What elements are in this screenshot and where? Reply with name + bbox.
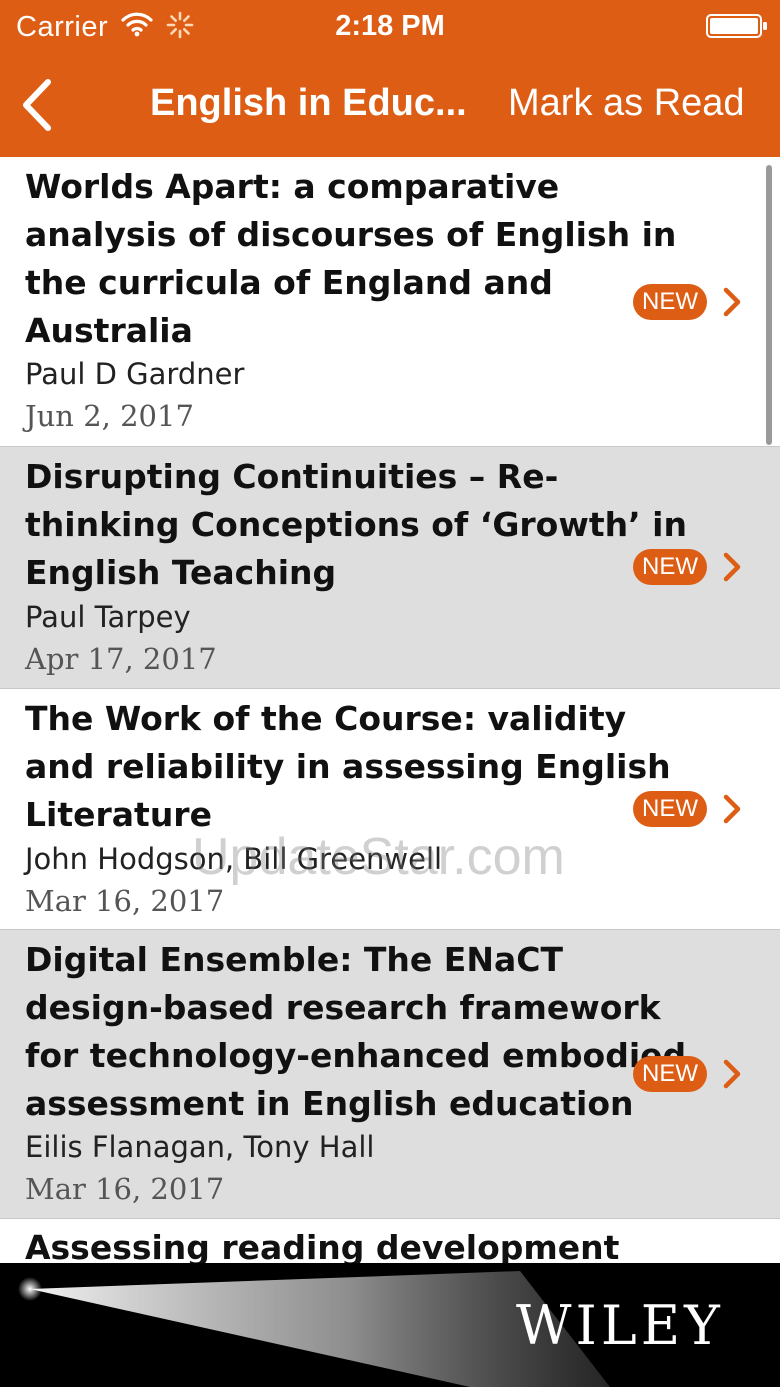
article-date: Apr 17, 2017 xyxy=(25,642,217,676)
chevron-right-icon xyxy=(723,552,741,582)
article-title-line: Literature xyxy=(25,795,212,834)
article-title-line: The Work of the Course: validity xyxy=(25,699,627,738)
article-title-line: Australia xyxy=(25,311,193,350)
article-title-line: the curricula of England and xyxy=(25,263,553,302)
article-title: Disrupting Continuities – Re- thinking C… xyxy=(25,453,687,597)
article-title-line: design-based research framework xyxy=(25,988,661,1027)
back-chevron-icon[interactable] xyxy=(14,76,62,134)
article-title: Digital Ensemble: The ENaCT design-based… xyxy=(25,936,687,1128)
mark-as-read-button[interactable]: Mark as Read xyxy=(508,78,768,128)
article-date: Mar 16, 2017 xyxy=(25,1172,225,1206)
article-list: Worlds Apart: a comparative analysis of … xyxy=(0,157,780,1263)
article-authors: John Hodgson, Bill Greenwell xyxy=(25,842,443,876)
new-badge: NEW xyxy=(633,284,707,320)
article-title: The Work of the Course: validity and rel… xyxy=(25,695,671,839)
article-title-line: assessment in English education xyxy=(25,1084,634,1123)
new-badge: NEW xyxy=(633,1056,707,1092)
page-title: English in Educ... xyxy=(150,82,467,124)
partial-article-title[interactable]: Assessing reading development xyxy=(25,1224,619,1263)
wiley-logo: WILEY xyxy=(516,1294,724,1357)
status-clock: 2:18 PM xyxy=(335,10,445,42)
article-title-line: thinking Conceptions of ‘Growth’ in xyxy=(25,505,687,544)
list-item[interactable]: The Work of the Course: validity and rel… xyxy=(0,689,780,930)
article-date: Jun 2, 2017 xyxy=(25,399,194,433)
status-bar: Carrier 2:18 PM xyxy=(0,0,780,54)
article-title-line: Digital Ensemble: The ENaCT xyxy=(25,940,563,979)
article-title-line: and reliability in assessing English xyxy=(25,747,671,786)
article-date: Mar 16, 2017 xyxy=(25,884,225,918)
article-title-line: for technology-enhanced embodied xyxy=(25,1036,687,1075)
scroll-indicator[interactable] xyxy=(766,165,772,445)
article-title: Worlds Apart: a comparative analysis of … xyxy=(25,163,677,355)
navigation-bar: English in Educ... Mark as Read xyxy=(0,54,780,157)
list-item[interactable]: Digital Ensemble: The ENaCT design-based… xyxy=(0,930,780,1219)
article-title-line: Worlds Apart: a comparative xyxy=(25,167,560,206)
article-title-line: Disrupting Continuities – Re- xyxy=(25,457,559,496)
article-authors: Paul Tarpey xyxy=(25,600,191,634)
chevron-right-icon xyxy=(723,287,741,317)
chevron-right-icon xyxy=(723,794,741,824)
article-title-line: English Teaching xyxy=(25,553,337,592)
new-badge: NEW xyxy=(633,791,707,827)
publisher-banner: WILEY xyxy=(0,1263,780,1387)
chevron-right-icon xyxy=(723,1059,741,1089)
new-badge: NEW xyxy=(633,549,707,585)
app-header: Carrier 2:18 PM English in Educ... Mark … xyxy=(0,0,780,157)
article-title-line: analysis of discourses of English in xyxy=(25,215,677,254)
article-authors: Paul D Gardner xyxy=(25,357,245,391)
list-item[interactable]: Worlds Apart: a comparative analysis of … xyxy=(0,157,780,447)
article-authors: Eilis Flanagan, Tony Hall xyxy=(25,1130,375,1164)
list-item[interactable]: Disrupting Continuities – Re- thinking C… xyxy=(0,447,780,689)
battery-icon xyxy=(706,14,767,38)
